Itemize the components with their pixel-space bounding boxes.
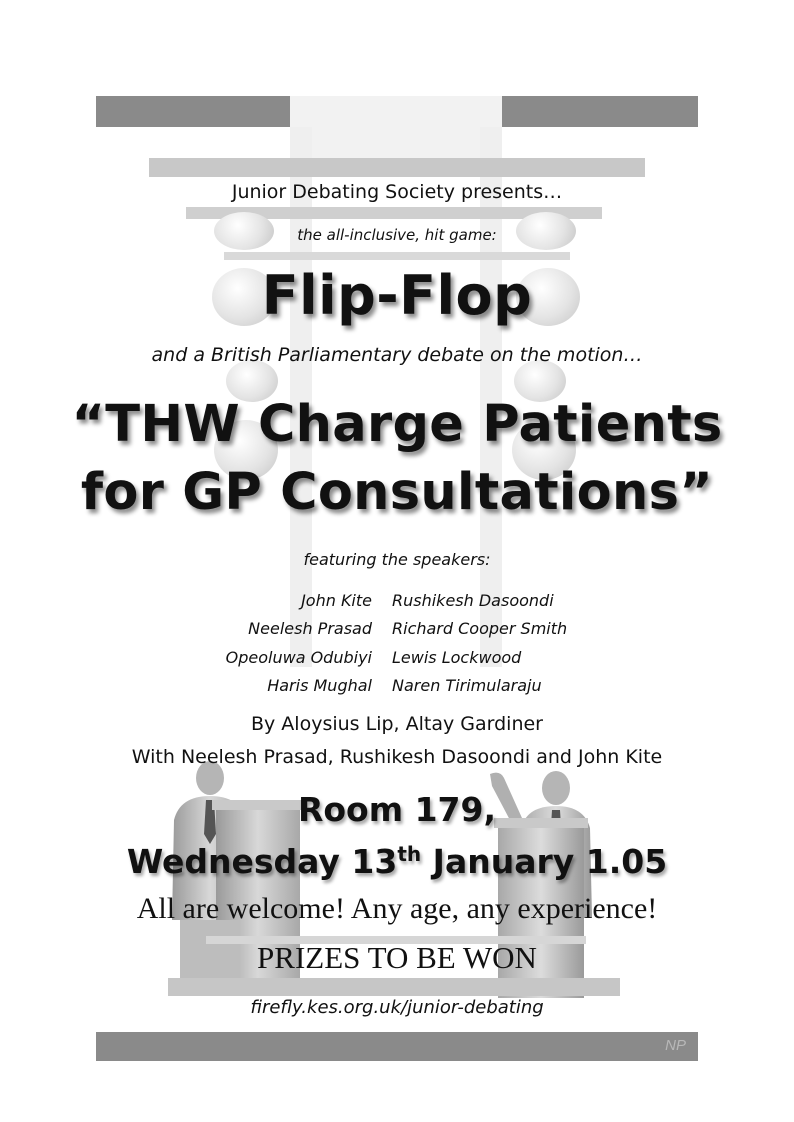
speaker-row: Opeoluwa Odubiyi Lewis Lockwood — [150, 643, 650, 672]
speaker-name: Lewis Lockwood — [392, 647, 522, 667]
speaker-name: Naren Tirimularaju — [392, 676, 542, 696]
event-room: Room 179, — [297, 790, 497, 829]
credits-by: By Aloysius Lip, Altay Gardiner — [250, 713, 543, 735]
speaker-name: John Kite — [301, 590, 372, 610]
motion-title: “THW Charge Patients for GP Consultation… — [0, 391, 794, 527]
speaker-name: Richard Cooper Smith — [392, 619, 568, 639]
motion-intro: and a British Parliamentary debate on th… — [151, 344, 643, 366]
speaker-name: Opeoluwa Odubiyi — [225, 647, 372, 667]
game-tagline: the all-inclusive, hit game: — [297, 226, 497, 244]
speaker-row: Neelesh Prasad Richard Cooper Smith — [150, 615, 650, 644]
event-details: Room 179, Wednesday 13th January 1.05 — [0, 784, 794, 888]
event-date: Wednesday 13th January 1.05 — [0, 836, 794, 888]
speaker-name: Haris Mughal — [267, 676, 372, 696]
speaker-list: John Kite Rushikesh Dasoondi Neelesh Pra… — [150, 586, 650, 700]
event-date-day: Wednesday 13 — [126, 842, 398, 881]
prizes-banner: PRIZES TO BE WON — [257, 940, 537, 975]
top-right-bar — [502, 96, 698, 127]
speaker-name: Rushikesh Dasoondi — [392, 590, 554, 610]
event-date-time: January 1.05 — [421, 842, 668, 881]
bottom-bar — [96, 1032, 698, 1061]
featuring-label: featuring the speakers: — [303, 550, 491, 569]
fourth-bar — [224, 252, 570, 260]
top-center-block — [290, 96, 502, 158]
speaker-name: Neelesh Prasad — [248, 619, 372, 639]
designer-initials: NP — [665, 1037, 686, 1054]
bottom-floor-bar — [168, 978, 620, 996]
event-poster: NP Junior Debating Society presents… the… — [0, 0, 794, 1122]
welcome-message: All are welcome! Any age, any experience… — [136, 892, 658, 925]
motion-line-1: “THW Charge Patients — [71, 395, 723, 454]
second-bar — [149, 158, 645, 177]
event-date-suffix: th — [397, 842, 422, 866]
game-title: Flip-Flop — [261, 264, 533, 327]
presenter-line: Junior Debating Society presents… — [231, 181, 563, 203]
top-left-bar — [96, 96, 290, 127]
website-url: firefly.kes.org.uk/junior-debating — [250, 997, 544, 1018]
speaker-row: Haris Mughal Naren Tirimularaju — [150, 672, 650, 701]
credits-with: With Neelesh Prasad, Rushikesh Dasoondi … — [131, 746, 663, 768]
speaker-row: John Kite Rushikesh Dasoondi — [150, 586, 650, 615]
motion-line-2: for GP Consultations” — [80, 463, 714, 522]
